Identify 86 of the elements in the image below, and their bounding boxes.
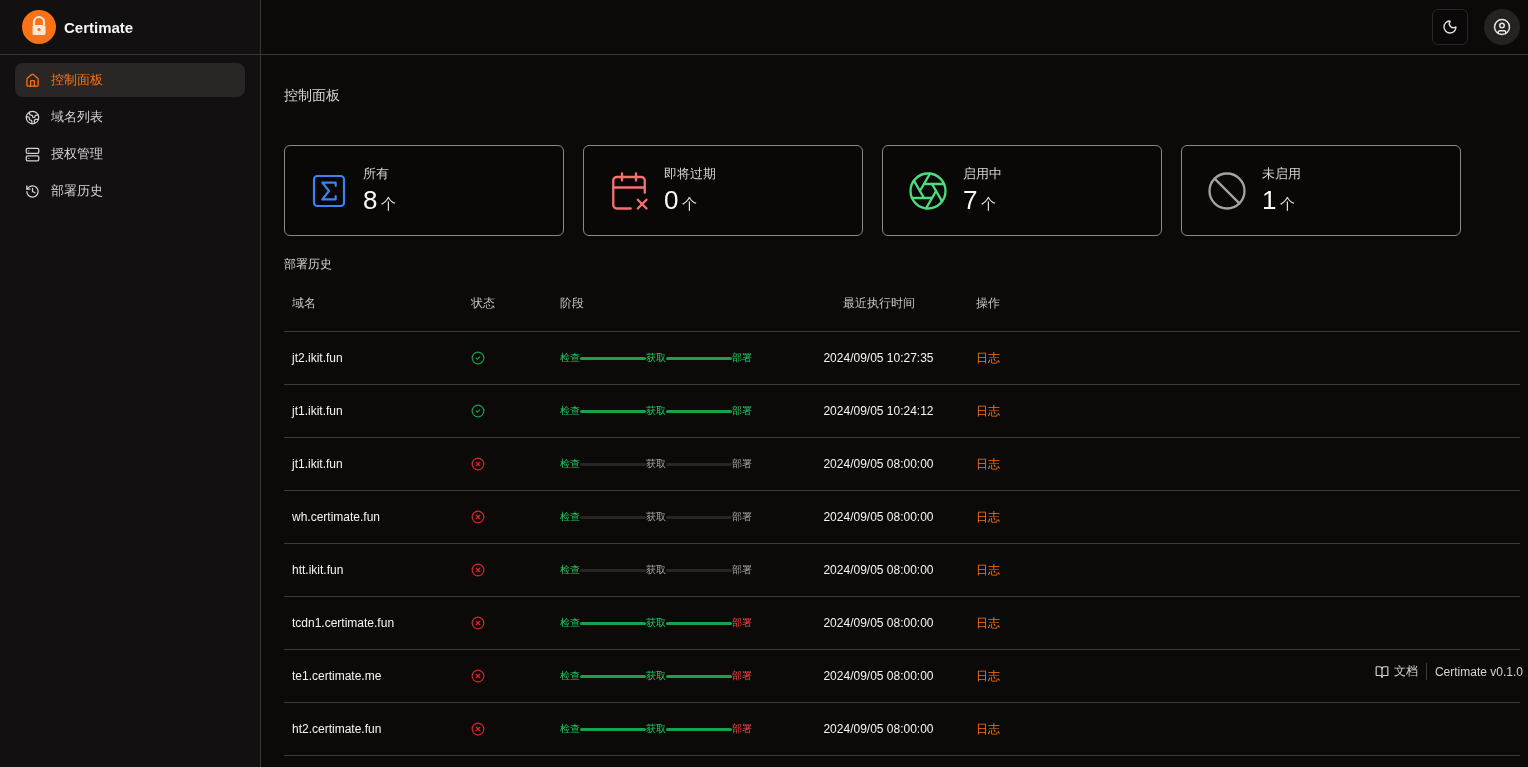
docs-link[interactable]: 文档 [1374, 663, 1427, 680]
sidebar-item[interactable]: 控制面板 [15, 63, 245, 97]
log-link[interactable]: 日志 [976, 402, 1000, 420]
stage-label: 部署 [732, 510, 752, 524]
stage-label: 检查 [560, 563, 580, 577]
stage-label: 部署 [732, 351, 752, 365]
aperture-icon [907, 169, 949, 212]
stage-label: 检查 [560, 722, 580, 736]
stat-label: 即将过期 [664, 165, 716, 183]
domain-cell-text: ht2.certimate.fun [292, 722, 383, 736]
stage-label: 获取 [646, 404, 666, 418]
ban-icon [1206, 169, 1248, 212]
stage-label: 获取 [646, 722, 666, 736]
stage-label: 获取 [646, 351, 666, 365]
section-title: 部署历史 [284, 256, 333, 273]
time-cell: 2024/09/05 10:27:35 [823, 351, 934, 365]
domain-cell-text: htt.ikit.fun [292, 563, 345, 577]
page-title: 控制面板 [284, 87, 341, 105]
domain-cell-text: tcdn1.certimate.fun [292, 616, 396, 630]
stat-unit: 个 [981, 195, 997, 214]
sidebar-item[interactable]: 部署历史 [15, 174, 245, 208]
domain-cell-text: jt1.ikit.fun [292, 457, 344, 471]
stage-label: 部署 [732, 722, 752, 736]
stat-label: 所有 [363, 165, 390, 183]
stat-unit: 个 [682, 195, 698, 214]
log-link[interactable]: 日志 [976, 614, 1000, 632]
column-header: 最近执行时间 [842, 295, 915, 312]
stage-label: 获取 [646, 563, 666, 577]
app-name: Certimate [64, 18, 134, 36]
theme-toggle-button[interactable] [1432, 9, 1468, 45]
stage-label: 检查 [560, 616, 580, 630]
stat-value: 0 [664, 185, 679, 216]
user-menu-button[interactable] [1484, 9, 1520, 45]
time-cell: 2024/09/05 08:00:00 [823, 669, 934, 683]
stage-label: 部署 [732, 669, 752, 683]
domain-cell-text: jt2.ikit.fun [292, 351, 344, 365]
domain-cell-text: te1.certimate.me [292, 669, 383, 683]
stage-label: 获取 [646, 616, 666, 630]
time-cell: 2024/09/05 08:00:00 [823, 457, 934, 471]
stage-label: 检查 [560, 669, 580, 683]
time-cell: 2024/09/05 08:00:00 [823, 722, 934, 736]
time-cell: 2024/09/05 10:24:12 [823, 404, 934, 418]
stat-label: 未启用 [1262, 165, 1301, 183]
stage-label: 部署 [732, 616, 752, 630]
stat-label: 启用中 [963, 165, 1002, 183]
book-icon [1374, 664, 1389, 679]
globe-icon [25, 109, 40, 125]
domain-cell-text: jt1.ikit.fun [292, 404, 344, 418]
stage-label: 获取 [646, 510, 666, 524]
log-link[interactable]: 日志 [976, 720, 1000, 738]
stat-value: 1 [1262, 185, 1277, 216]
domain-cell-text: wh.certimate.fun [292, 510, 382, 524]
stage-label: 部署 [732, 457, 752, 471]
log-link[interactable]: 日志 [976, 667, 1000, 685]
moon-icon [1442, 19, 1458, 35]
user-icon [1493, 18, 1511, 36]
stage-label: 检查 [560, 510, 580, 524]
time-cell: 2024/09/05 08:00:00 [823, 616, 934, 630]
stage-label: 获取 [646, 457, 666, 471]
column-header: 域名 [292, 295, 317, 312]
house-icon [25, 72, 40, 88]
sidebar-item[interactable]: 授权管理 [15, 137, 245, 171]
log-link[interactable]: 日志 [976, 455, 1000, 473]
stat-unit: 个 [1280, 195, 1296, 214]
stage-label: 获取 [646, 669, 666, 683]
stage-label: 部署 [732, 404, 752, 418]
history-icon [25, 183, 40, 199]
stage-label: 部署 [732, 563, 752, 577]
time-cell: 2024/09/05 08:00:00 [823, 510, 934, 524]
stat-unit: 个 [381, 195, 397, 214]
log-link[interactable]: 日志 [976, 561, 1000, 579]
stage-label: 检查 [560, 404, 580, 418]
stage-label: 检查 [560, 351, 580, 365]
column-header: 操作 [976, 295, 1001, 312]
stage-label: 检查 [560, 457, 580, 471]
stat-value: 8 [363, 185, 378, 216]
log-link[interactable]: 日志 [976, 349, 1000, 367]
lock-logo-icon [22, 10, 56, 44]
stat-value: 7 [963, 185, 978, 216]
log-link[interactable]: 日志 [976, 508, 1000, 526]
version-label: Certimate v0.1.0 [1434, 664, 1523, 679]
time-cell: 2024/09/05 08:00:00 [823, 563, 934, 577]
server-icon [25, 146, 40, 162]
sidebar-item[interactable]: 域名列表 [15, 100, 245, 134]
column-header: 阶段 [560, 295, 585, 312]
column-header: 状态 [471, 295, 496, 312]
